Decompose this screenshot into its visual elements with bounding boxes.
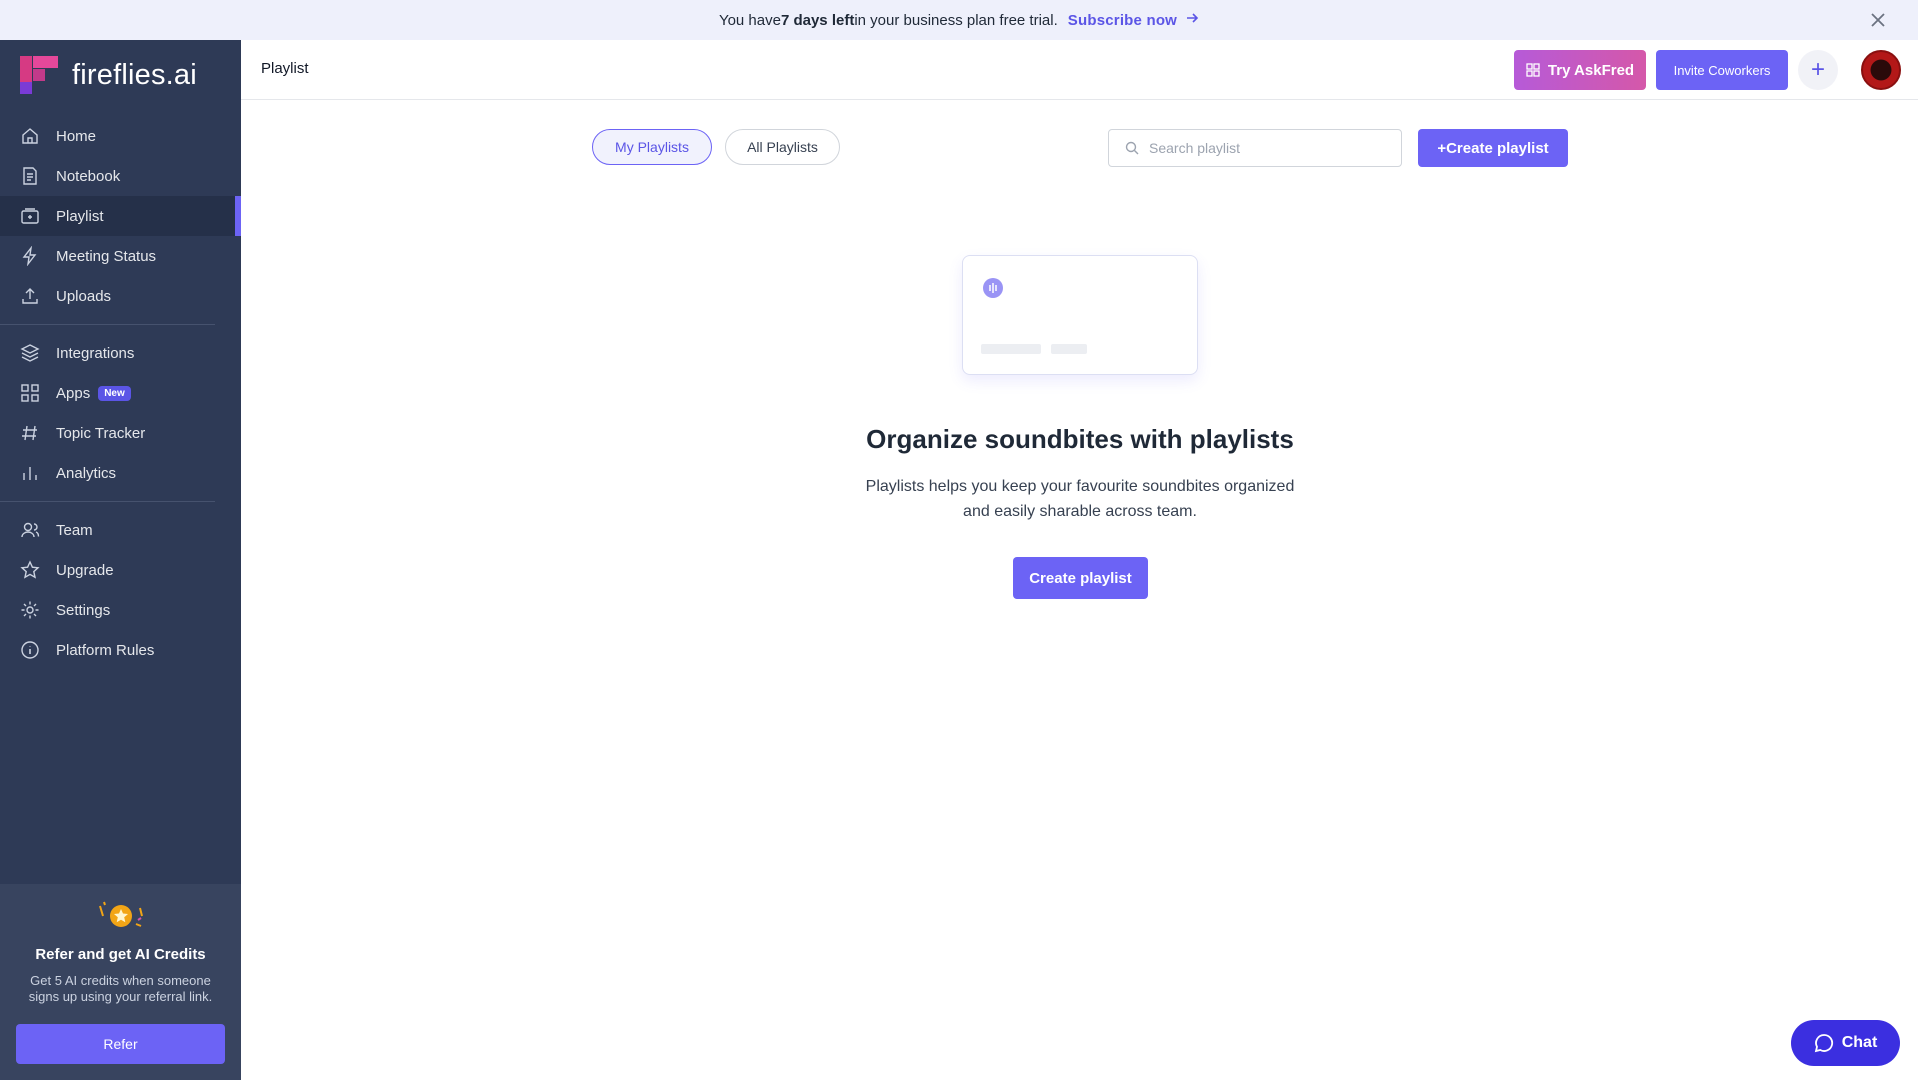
new-badge: New	[98, 385, 131, 401]
sidebar-item-label: Integrations	[56, 344, 135, 362]
top-header: Playlist Try AskFred Invite Coworkers +	[241, 40, 1918, 100]
empty-desc-line: Playlists helps you keep your favourite …	[865, 478, 1295, 495]
trial-banner: You have 7 days left in your business pl…	[0, 0, 1918, 40]
sidebar-divider	[0, 324, 215, 325]
chat-button[interactable]: Chat	[1791, 1020, 1900, 1066]
empty-state-description: Playlists helps you keep your favourite …	[841, 474, 1319, 524]
info-icon	[20, 640, 40, 660]
search-playlist-field[interactable]	[1108, 129, 1402, 167]
sidebar-item-label: Topic Tracker	[56, 424, 146, 442]
sidebar-item-label: Settings	[56, 601, 111, 619]
sidebar-item-label: Meeting Status	[56, 247, 157, 265]
sidebar-item-analytics[interactable]: Analytics	[0, 453, 241, 493]
sidebar-item-settings[interactable]: Settings	[0, 590, 241, 630]
refer-panel: Refer and get AI Credits Get 5 AI credit…	[0, 884, 241, 1080]
sidebar-item-topic-tracker[interactable]: Topic Tracker	[0, 413, 241, 453]
try-askfred-button[interactable]: Try AskFred	[1514, 50, 1646, 90]
coin-star-icon	[99, 901, 143, 927]
sidebar-item-label: Home	[56, 127, 97, 145]
bolt-icon	[20, 246, 40, 266]
search-icon	[1125, 141, 1139, 155]
add-button[interactable]: +	[1798, 50, 1838, 90]
sidebar-item-label: Uploads	[56, 287, 112, 305]
sidebar-item-notebook[interactable]: Notebook	[0, 156, 241, 196]
fireflies-logo-icon	[20, 56, 58, 94]
create-playlist-top-button[interactable]: +Create playlist	[1418, 129, 1568, 167]
refer-button[interactable]: Refer	[16, 1024, 225, 1064]
sidebar-item-label: Upgrade	[56, 561, 114, 579]
bar-chart-icon	[20, 463, 40, 483]
playlist-icon	[20, 206, 40, 226]
gear-icon	[20, 600, 40, 620]
sidebar-item-label: Analytics	[56, 464, 117, 482]
brand-name: fireflies.ai	[72, 58, 197, 91]
sidebar-item-label: Team	[56, 521, 93, 539]
subscribe-now-link[interactable]: Subscribe now	[1068, 12, 1177, 29]
brand-logo[interactable]: fireflies.ai	[20, 56, 197, 94]
banner-days-left: 7 days left	[780, 11, 855, 29]
sidebar-item-label: Notebook	[56, 167, 121, 185]
avatar[interactable]	[1861, 50, 1901, 90]
sidebar-item-label: Platform Rules	[56, 641, 155, 659]
invite-coworkers-button[interactable]: Invite Coworkers	[1656, 50, 1788, 90]
hash-icon	[20, 423, 40, 443]
banner-suffix: in your business plan free trial.	[854, 11, 1058, 29]
sidebar: fireflies.ai Home Notebook Playlist Meet…	[0, 40, 241, 1080]
notebook-icon	[20, 166, 40, 186]
close-icon[interactable]	[1866, 8, 1890, 32]
sidebar-item-upgrade[interactable]: Upgrade	[0, 550, 241, 590]
layers-icon	[20, 343, 40, 363]
empty-state-title: Organize soundbites with playlists	[866, 424, 1294, 454]
arrow-right-icon[interactable]	[1185, 11, 1199, 29]
chat-label: Chat	[1841, 1034, 1878, 1051]
grid-icon	[1526, 63, 1540, 77]
audio-icon	[983, 278, 1003, 298]
sidebar-nav: Home Notebook Playlist Meeting Status Up…	[0, 116, 241, 670]
sidebar-item-home[interactable]: Home	[0, 116, 241, 156]
grid-icon	[20, 383, 40, 403]
refer-title: Refer and get AI Credits	[35, 946, 206, 963]
sidebar-item-uploads[interactable]: Uploads	[0, 276, 241, 316]
sidebar-item-platform-rules[interactable]: Platform Rules	[0, 630, 241, 670]
placeholder-bar	[1051, 344, 1087, 354]
empty-desc-line: and easily sharable across team.	[963, 503, 1197, 520]
placeholder-bar	[981, 344, 1041, 354]
sidebar-item-meeting-status[interactable]: Meeting Status	[0, 236, 241, 276]
sidebar-item-team[interactable]: Team	[0, 510, 241, 550]
refer-description: Get 5 AI credits when someone signs up u…	[28, 973, 213, 1004]
search-input[interactable]	[1149, 140, 1389, 156]
create-playlist-button[interactable]: Create playlist	[1013, 557, 1148, 599]
sidebar-divider	[0, 501, 215, 502]
askfred-label: Try AskFred	[1547, 61, 1635, 79]
sidebar-item-playlist[interactable]: Playlist	[0, 196, 241, 236]
tab-my-playlists[interactable]: My Playlists	[592, 129, 712, 165]
sidebar-item-apps[interactable]: Apps New	[0, 373, 241, 413]
chat-bubble-icon	[1814, 1034, 1833, 1053]
upload-icon	[20, 286, 40, 306]
page-title: Playlist	[261, 60, 309, 77]
home-icon	[20, 126, 40, 146]
banner-prefix: You have	[718, 11, 781, 29]
sidebar-item-label: Apps	[56, 384, 91, 402]
users-icon	[20, 520, 40, 540]
empty-state-illustration	[962, 255, 1198, 375]
tab-all-playlists[interactable]: All Playlists	[725, 129, 840, 165]
sidebar-item-label: Playlist	[56, 207, 104, 225]
sidebar-item-integrations[interactable]: Integrations	[0, 333, 241, 373]
star-icon	[20, 560, 40, 580]
